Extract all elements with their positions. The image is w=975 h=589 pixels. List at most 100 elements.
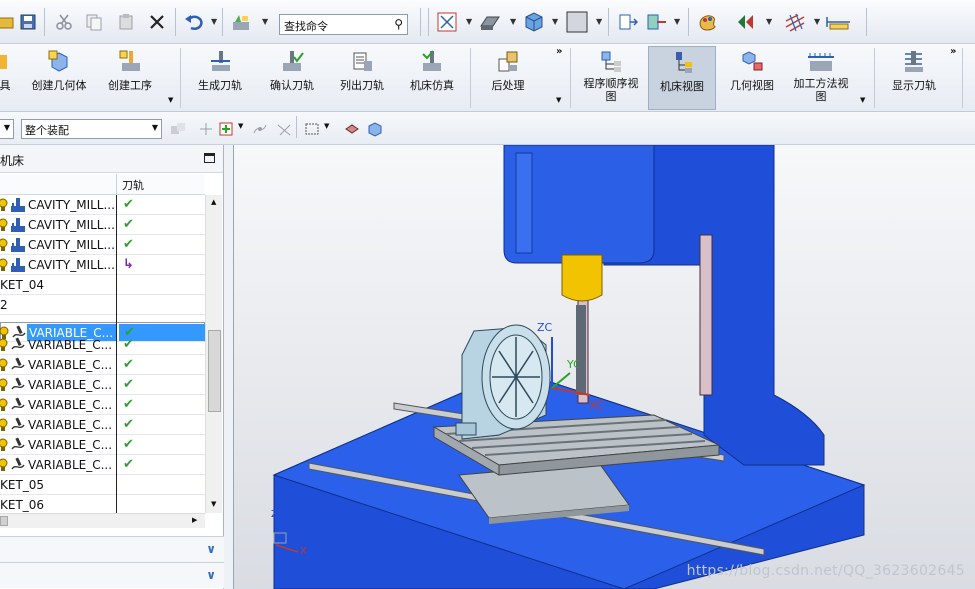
ribbon-more-dropdown-icon[interactable]: ▼ [556,96,561,104]
fit-view-icon[interactable] [435,10,459,34]
scope-filter-select[interactable]: 整个装配 ▼ [21,119,162,139]
navigator-operation-row[interactable]: VARIABLE_C... ✔ [0,355,205,375]
navigator-operation-row[interactable]: VARIABLE_C... ✔ [0,435,205,455]
edit-operation-dropdown-icon[interactable]: ▼ [262,17,268,26]
create-geometry-button[interactable]: 创建几何体 [26,46,92,110]
grid-dropdown-icon[interactable]: ▼ [814,17,820,26]
machining-method-view-button[interactable]: 加工方法视图 [788,46,854,110]
row-name: VARIABLE_C... [28,458,113,472]
machine-simulate-button[interactable]: 机床仿真 [406,46,458,110]
command-search-input[interactable]: 查找命令 ⚲ [279,14,408,35]
view-orient-icon[interactable] [522,10,546,34]
navigator-operation-row[interactable]: CAVITY_MILL... ✔ [0,235,205,255]
navigator-operation-row[interactable]: VARIABLE_C... ✔ [0,335,205,355]
generate-toolpath-button[interactable]: 生成刀轨 [194,46,246,110]
rectangle-select-dropdown-icon[interactable]: ▼ [324,122,329,130]
component-filter-icon[interactable] [344,121,360,137]
verify-toolpath-button[interactable]: 确认刀轨 [266,46,318,110]
group-dropdown-icon[interactable]: ▼ [168,96,173,104]
point-on-curve-icon[interactable] [252,121,268,137]
edit-operation-icon[interactable] [229,10,253,34]
navigator-group-row[interactable]: 2 [0,295,205,315]
section-icon[interactable] [644,10,668,34]
measure-icon[interactable] [826,10,850,34]
maximize-icon[interactable] [204,153,215,163]
navigator-operation-row[interactable]: VARIABLE_C... ✔ [0,455,205,475]
details-panel-header[interactable]: ∨ [0,536,224,562]
ribbon-more-icon[interactable]: » [556,46,562,57]
palette-icon[interactable] [696,10,720,34]
machine-view-button[interactable]: 机床视图 [648,46,716,110]
assembly-filter-icon[interactable] [170,121,186,137]
magnifier-icon[interactable]: ⚲ [394,17,403,31]
delete-icon[interactable] [145,10,169,34]
snap-dropdown-icon[interactable]: ▼ [766,17,772,26]
check-icon: ✔ [123,217,134,232]
toolpath-column-header[interactable]: 刀轨 [122,177,144,193]
chevron-down-icon: ▼ [151,123,158,132]
section-dropdown-icon[interactable]: ▼ [674,17,680,26]
postprocess-icon [498,51,518,72]
variable-contour-icon [11,397,25,410]
display-toolpath-button[interactable]: 显示刀轨 [886,46,942,110]
select-point-icon[interactable] [198,121,214,137]
undo-icon[interactable] [182,10,206,34]
rectangle-select-icon[interactable] [304,121,320,137]
chevron-down-icon[interactable]: ∨ [206,542,216,556]
navigator-operation-row[interactable]: VARIABLE_C... ✔ [0,415,205,435]
shading-dropdown-icon[interactable]: ▼ [510,17,516,26]
navigator-group-row[interactable]: KET_04 [0,275,205,295]
scroll-up-icon[interactable]: ▲ [211,198,216,206]
program-order-view-label: 程序顺序视图 [583,77,639,103]
ribbon-more-right-icon[interactable]: » [950,46,956,57]
navigator-operation-row[interactable]: CAVITY_MILL... ↳ [0,255,205,275]
background-dropdown-icon[interactable]: ▼ [596,17,602,26]
navigator-operation-row[interactable]: VARIABLE_C... ✔ [0,375,205,395]
solid-filter-icon[interactable] [367,121,383,137]
shading-icon[interactable] [478,10,502,34]
navigator-operation-row[interactable]: CAVITY_MILL... ✔ [0,215,205,235]
program-order-view-button[interactable]: 程序顺序视图 [578,46,644,110]
type-filter-select[interactable]: ▼ [0,119,14,139]
machining-method-view-icon [808,53,834,71]
scroll-down-icon[interactable]: ▼ [211,500,216,508]
grid-icon[interactable] [784,10,808,34]
background-icon[interactable] [565,10,589,34]
copy-icon[interactable] [82,10,106,34]
cut-icon[interactable] [52,10,76,34]
scope-filter-value: 整个装配 [25,124,69,137]
save-icon[interactable] [16,10,40,34]
geometry-view-button[interactable]: 几何视图 [724,46,780,110]
scroll-thumb[interactable] [208,330,221,412]
display-toolpath-icon [905,51,923,72]
row-name: VARIABLE_C... [28,338,113,352]
horizontal-scrollbar[interactable]: ▶ [0,513,205,528]
navigator-operation-row[interactable]: CAVITY_MILL... ✔ [0,195,205,215]
create-operation-button[interactable]: 创建工序 [100,46,160,110]
workplane-icon[interactable] [615,10,639,34]
view-group-dropdown-icon[interactable]: ▼ [860,96,865,104]
snap-dropdown-icon[interactable]: ▼ [238,122,243,130]
intersection-icon[interactable] [276,121,292,137]
snap-icon[interactable] [734,10,758,34]
graphics-window[interactable]: ZC YC XC Z X https://blog.csdn.net/QQ_36… [233,145,975,589]
dependencies-panel-header[interactable]: ∨ [0,562,224,588]
navigator-operation-row[interactable]: VARIABLE_C... ✔ [0,395,205,415]
snap-point-icon[interactable] [218,121,234,137]
navigator-title: 机床 [0,154,25,168]
check-icon: ✔ [123,457,134,472]
list-toolpath-button[interactable]: 列出刀轨 [336,46,388,110]
view-orient-dropdown-icon[interactable]: ▼ [552,17,558,26]
navigator-group-row[interactable]: KET_05 [0,475,205,495]
fit-view-dropdown-icon[interactable]: ▼ [466,17,472,26]
paste-icon[interactable] [114,10,138,34]
chevron-down-icon[interactable]: ∨ [206,568,216,582]
undo-dropdown-icon[interactable]: ▼ [211,17,217,26]
ribbon-cut-button[interactable]: 具 [0,46,12,110]
row-name: CAVITY_MILL... [28,238,115,252]
postprocess-button[interactable]: 后处理 [482,46,534,110]
scroll-right-icon[interactable]: ▶ [192,516,197,524]
navigator-group-row[interactable]: KET_06 [0,495,205,513]
vertical-scrollbar[interactable]: ▲ ▼ [205,195,222,513]
h-scroll-thumb[interactable] [0,516,8,526]
